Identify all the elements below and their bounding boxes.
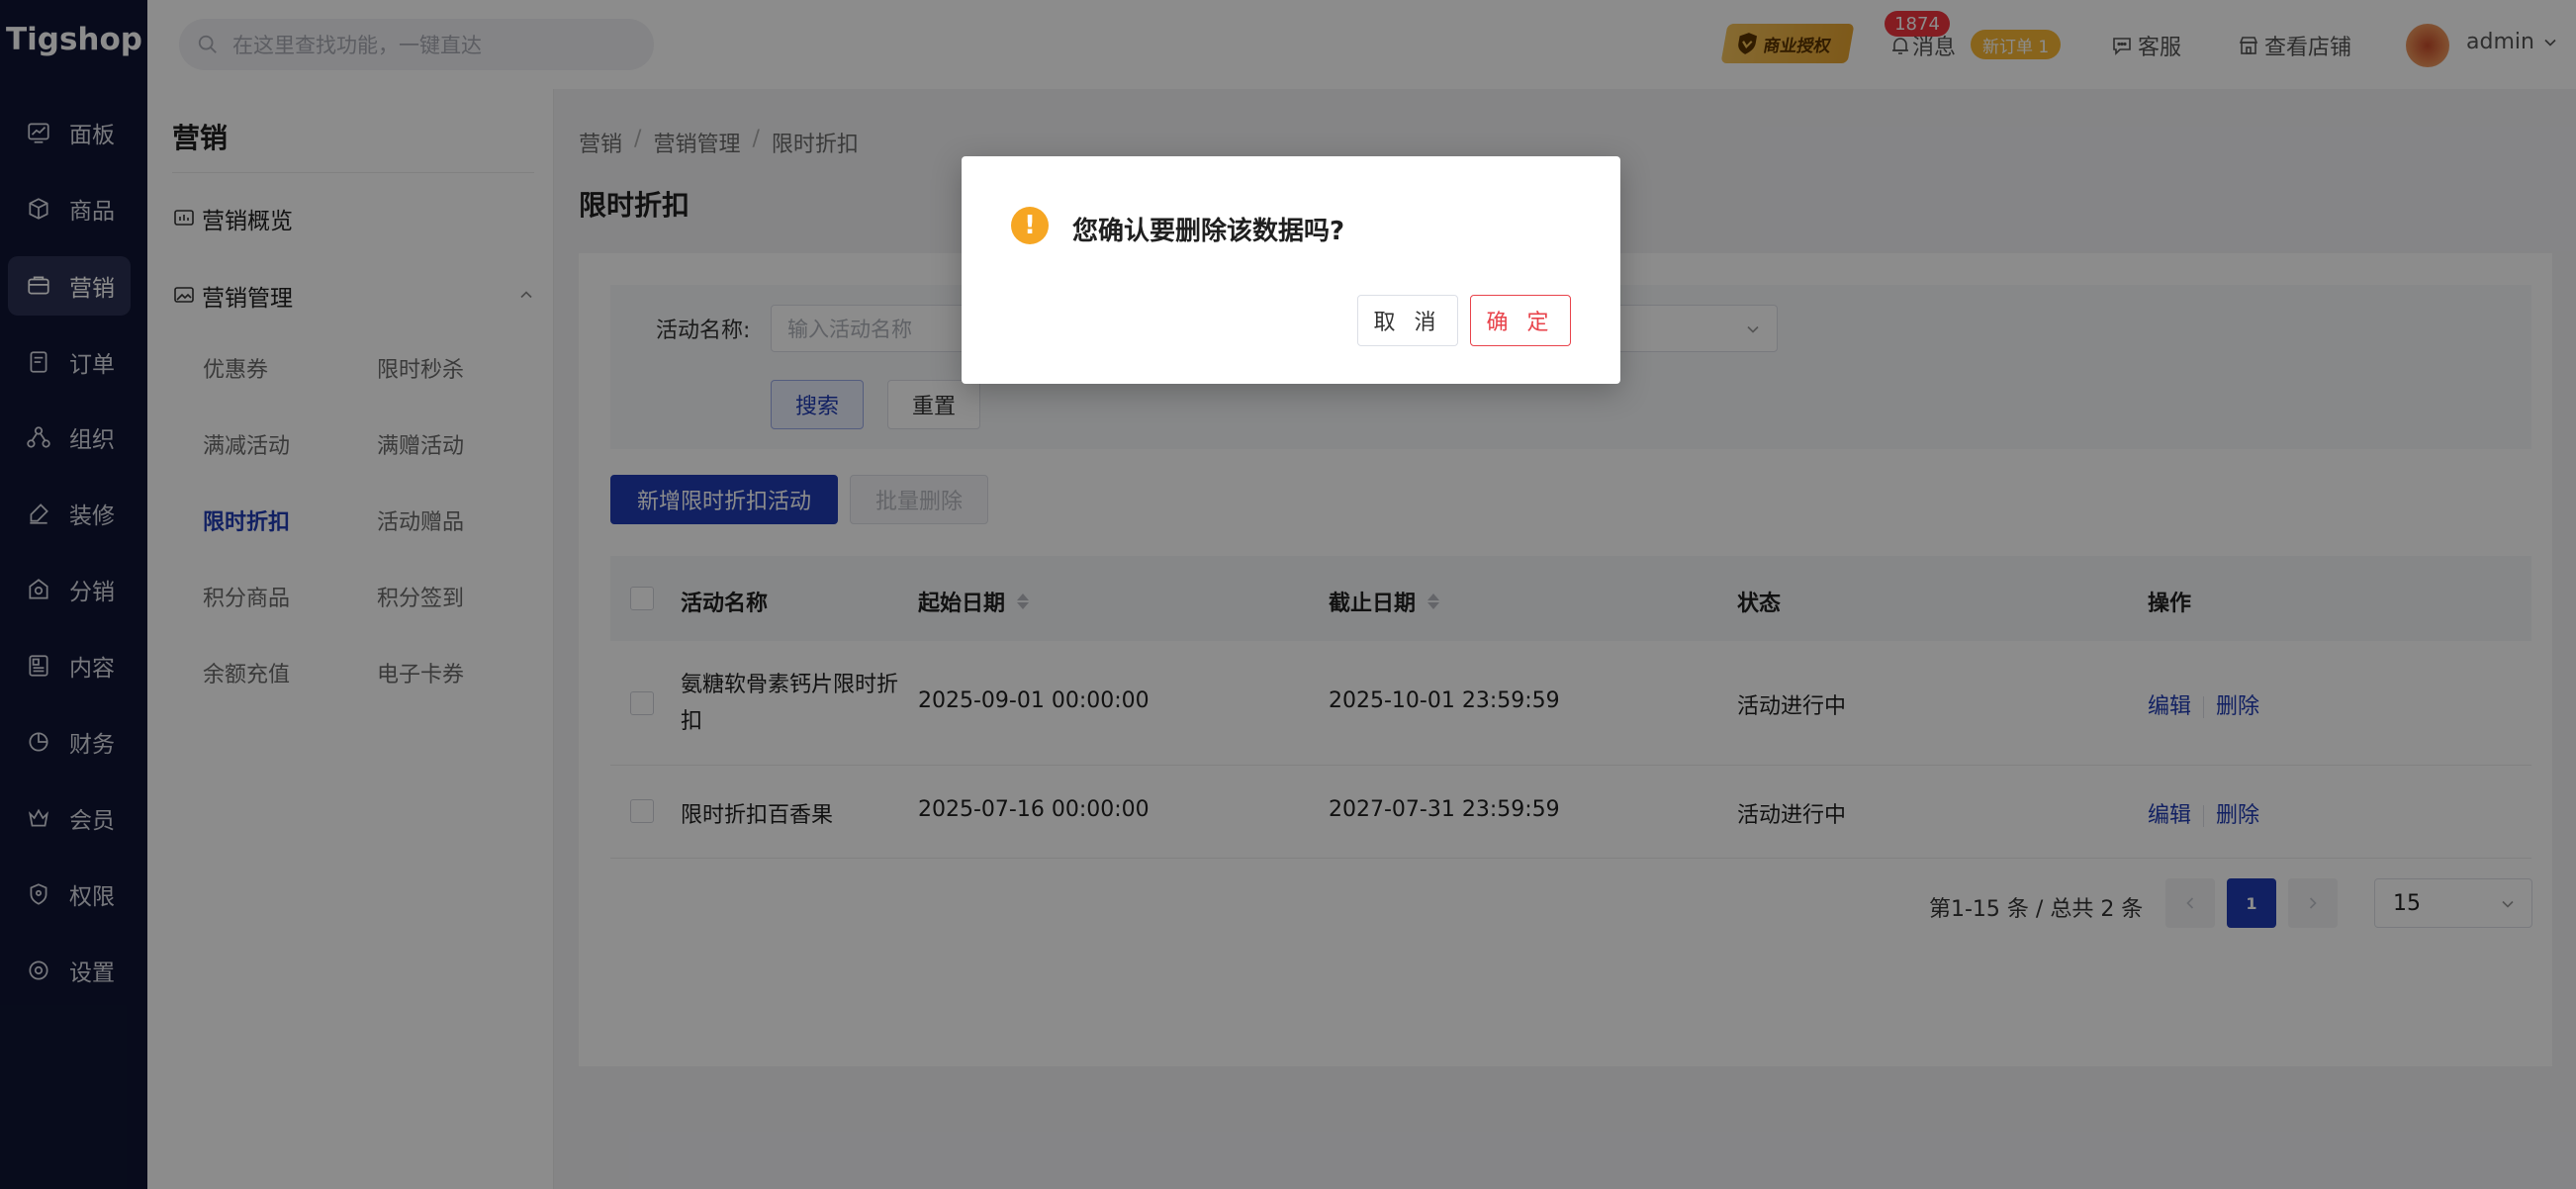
confirm-button[interactable]: 确 定 xyxy=(1470,295,1571,346)
confirm-delete-dialog: ! 您确认要删除该数据吗? 取 消 确 定 xyxy=(962,156,1620,384)
confirm-message: 您确认要删除该数据吗? xyxy=(1072,217,1345,246)
warning-icon: ! xyxy=(1011,207,1049,244)
cancel-button[interactable]: 取 消 xyxy=(1357,295,1458,346)
